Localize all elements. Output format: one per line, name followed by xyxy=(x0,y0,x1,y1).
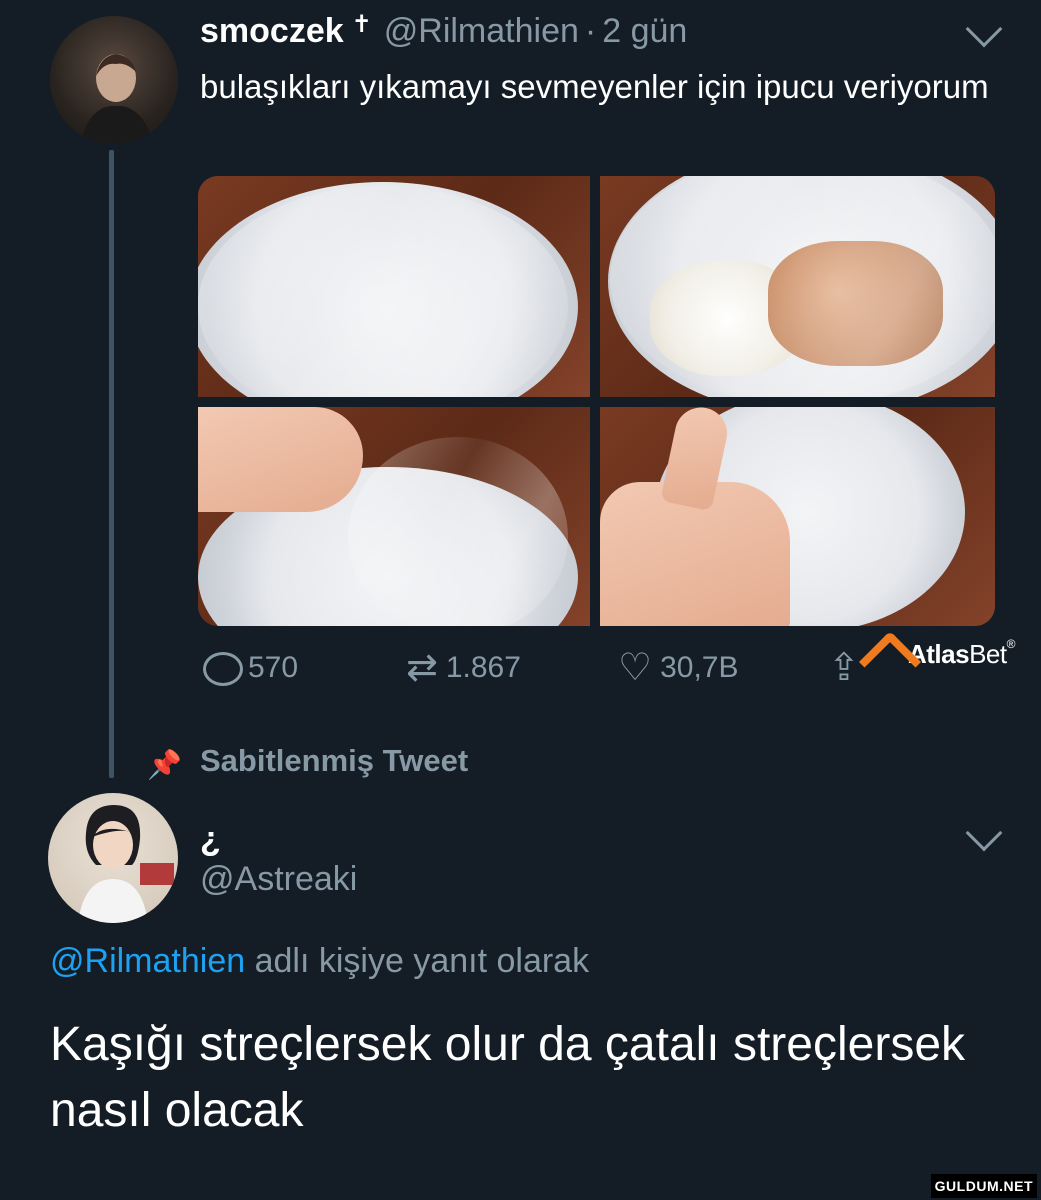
cross-icon: ✝ xyxy=(351,11,372,38)
like-action[interactable]: ♡ 30,7B xyxy=(618,644,738,692)
tweet-image-plate-with-food[interactable] xyxy=(600,176,995,397)
reply-action[interactable]: 570 xyxy=(202,644,298,692)
avatar-illustration-icon xyxy=(78,805,174,923)
tweet-text: Kaşığı streçlersek olur da çatalı streçl… xyxy=(50,1018,966,1137)
share-action[interactable]: ⇪ xyxy=(828,644,860,692)
reply-context-text: adlı kişiye yanıt olarak xyxy=(254,942,590,980)
tweet-image-thumbs-up[interactable] xyxy=(600,407,995,626)
username[interactable]: @Rilmathien xyxy=(384,12,579,51)
tweet-image-plate-wrapped[interactable] xyxy=(198,176,590,397)
chevron-down-icon[interactable] xyxy=(965,10,1003,48)
retweet-count: 1.867 xyxy=(445,651,521,684)
atlasbet-logo: AtlasBet ® xyxy=(864,634,1015,674)
plastic-wrap xyxy=(610,176,995,397)
atlasbet-mark-icon xyxy=(864,634,908,674)
display-name[interactable]: smoczek xyxy=(200,12,344,51)
retweet-icon: ⇄ xyxy=(406,647,438,689)
plastic-wrap xyxy=(348,437,568,626)
tweet-image-peeling-wrap[interactable] xyxy=(198,407,590,626)
page: smoczek ✝ @Rilmathien · 2 gün bulaşıklar… xyxy=(0,0,1041,1200)
heart-icon: ♡ xyxy=(618,647,653,689)
share-icon: ⇪ xyxy=(828,647,860,689)
site-watermark: GULDUM.NET xyxy=(930,1174,1037,1198)
avatar-photo-icon xyxy=(80,54,154,144)
pin-icon: 📌 xyxy=(147,749,182,780)
tweet-media-grid[interactable] xyxy=(198,176,995,626)
hand xyxy=(198,407,363,512)
avatar[interactable] xyxy=(50,16,178,144)
retweet-action[interactable]: ⇄ 1.867 xyxy=(406,644,521,692)
display-name[interactable]: ¿ xyxy=(200,820,221,859)
chevron-down-icon[interactable] xyxy=(965,814,1003,852)
registered-mark: ® xyxy=(1006,637,1016,651)
avatar[interactable] xyxy=(48,793,178,923)
timestamp[interactable]: 2 gün xyxy=(602,12,687,51)
pinned-label: Sabitlenmiş Tweet xyxy=(200,743,469,778)
tweet-header: smoczek ✝ @Rilmathien · 2 gün xyxy=(200,11,687,56)
reply-context: @Rilmathien adlı kişiye yanıt olarak xyxy=(50,942,589,981)
thread-line xyxy=(109,150,114,778)
reply-icon xyxy=(202,651,243,686)
username[interactable]: @Astreaki xyxy=(200,860,357,899)
tweet-text: bulaşıkları yıkamayı sevmeyenler için ip… xyxy=(200,68,989,105)
separator: · xyxy=(584,12,597,50)
reply-mention-link[interactable]: @Rilmathien xyxy=(50,942,245,980)
like-count: 30,7B xyxy=(660,651,739,684)
atlasbet-wordmark: AtlasBet xyxy=(908,638,1007,669)
reply-count: 570 xyxy=(248,651,299,684)
